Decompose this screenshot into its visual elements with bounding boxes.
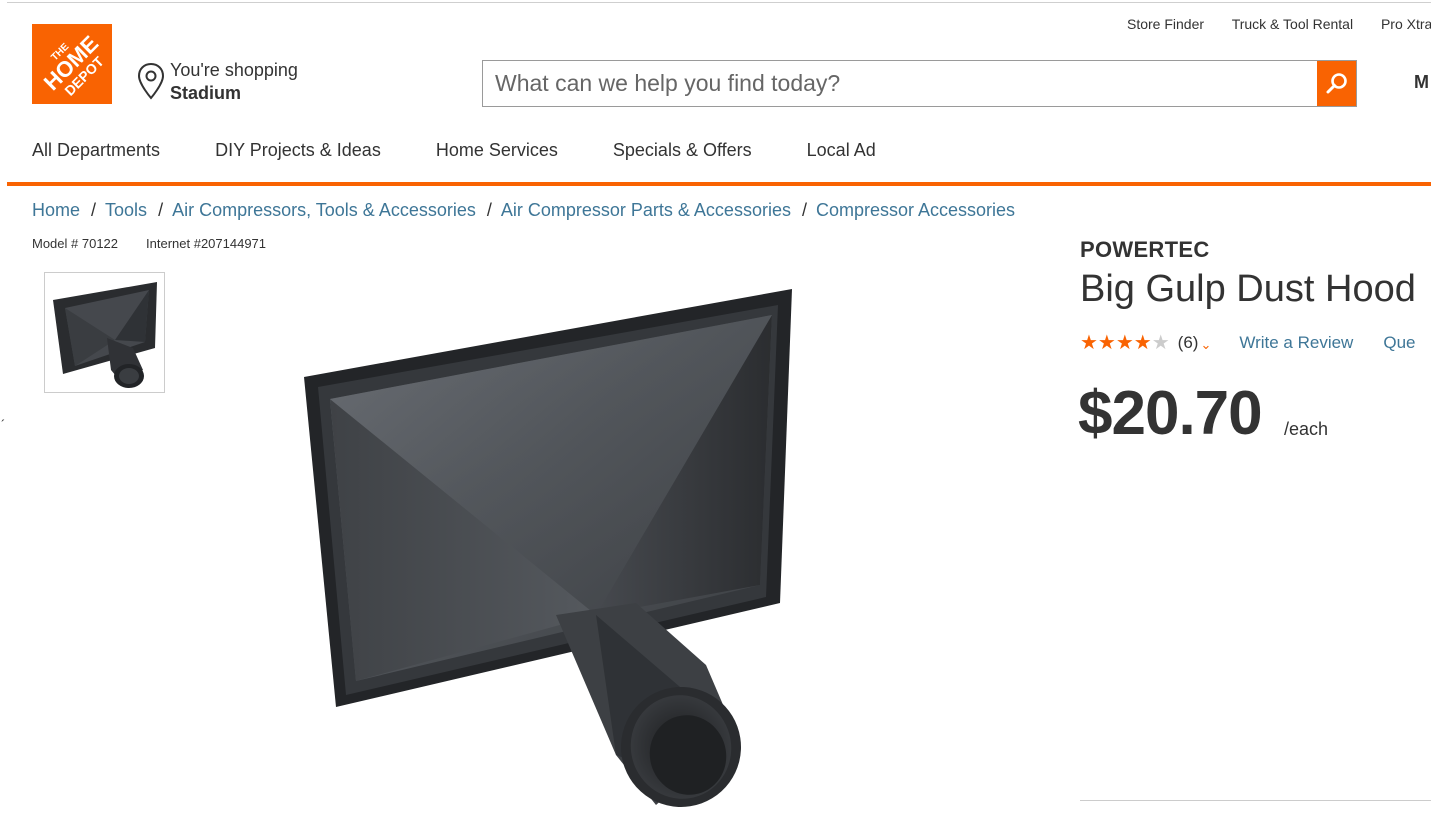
search-bar [482,60,1357,107]
product-main-image[interactable] [296,285,816,825]
location-pin-icon [137,62,165,100]
model-number: Model # 70122 [32,236,119,251]
product-price: $20.70 [1078,379,1263,448]
store-name[interactable]: Stadium [170,82,298,105]
breadcrumb: Home / Tools / Air Compressors, Tools & Acce… [32,200,1016,220]
breadcrumb-home[interactable]: Home [32,200,80,220]
product-brand[interactable]: POWERTEC [1080,237,1210,263]
home-depot-logo[interactable]: THE HOME DEPOT [32,24,112,104]
nav-local-ad[interactable]: Local Ad [807,140,876,161]
nav-home-services[interactable]: Home Services [436,140,558,161]
main-nav: All Departments DIY Projects & Ideas Hom… [32,140,876,161]
nav-underline [7,182,1431,186]
review-count[interactable]: (6) [1178,333,1199,353]
breadcrumb-tools[interactable]: Tools [105,200,147,220]
stray-mark: ´ [1,417,6,432]
pro-xtra-link[interactable]: Pro Xtra [1381,16,1431,32]
magnifier-icon [1326,73,1347,94]
chevron-down-icon[interactable]: ⌄ [1200,337,1211,353]
product-ids: Model # 70122 Internet #207144971 [32,236,266,251]
store-prefix: You're shopping [170,60,298,80]
search-button[interactable] [1317,61,1356,106]
questions-link[interactable]: Que [1383,333,1415,353]
my-account-link[interactable]: M [1414,72,1429,93]
nav-specials-offers[interactable]: Specials & Offers [613,140,752,161]
breadcrumb-compressor-parts[interactable]: Air Compressor Parts & Accessories [501,200,791,220]
search-input[interactable] [483,61,1317,106]
product-title: Big Gulp Dust Hood [1080,268,1416,310]
price-unit: /each [1284,419,1329,439]
product-rating: ★★★★★ (6) ⌄ Write a Review Que [1080,330,1415,355]
utility-links: Store Finder Truck & Tool Rental Pro Xtr… [1127,16,1431,32]
internet-number: Internet #207144971 [146,236,267,251]
breadcrumb-air-compressors[interactable]: Air Compressors, Tools & Accessories [172,200,476,220]
store-selector[interactable]: You're shopping Stadium [136,59,298,105]
store-finder-link[interactable]: Store Finder [1127,16,1204,32]
breadcrumb-compressor-accessories[interactable]: Compressor Accessories [816,200,1015,220]
section-divider [1080,800,1431,801]
product-thumbnail[interactable] [44,272,165,393]
nav-diy-projects[interactable]: DIY Projects & Ideas [215,140,381,161]
nav-all-departments[interactable]: All Departments [32,140,160,161]
top-divider [7,2,1431,3]
rating-stars[interactable]: ★★★★★ [1080,330,1170,355]
truck-tool-rental-link[interactable]: Truck & Tool Rental [1232,16,1353,32]
write-review-link[interactable]: Write a Review [1239,333,1353,353]
